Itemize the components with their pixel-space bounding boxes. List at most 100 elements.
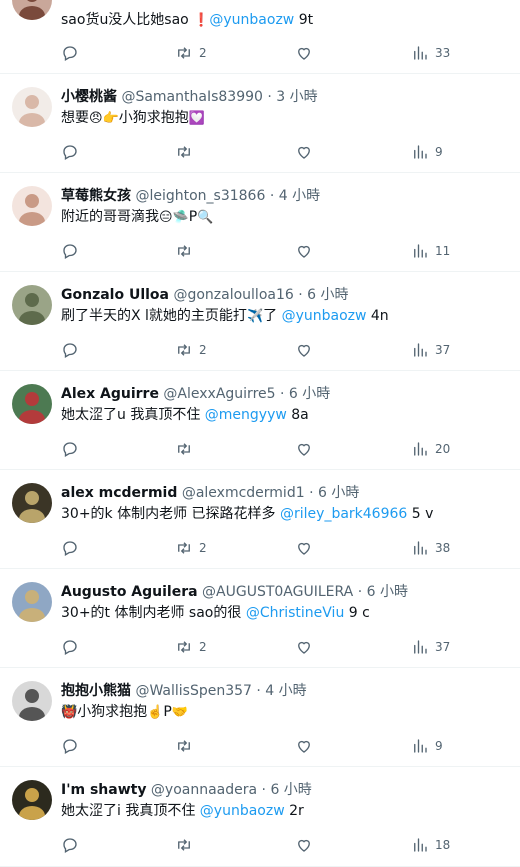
views-button[interactable]: 38: [411, 538, 450, 558]
mention-link[interactable]: @mengyyw: [205, 407, 287, 423]
text-segment: sao货u没人比她sao: [61, 12, 194, 28]
avatar[interactable]: [12, 582, 52, 622]
emoji: 🔍: [197, 210, 214, 225]
retweet-icon: [175, 143, 193, 161]
author-name[interactable]: Augusto Aguilera: [61, 584, 198, 600]
reply-icon: [61, 440, 79, 458]
mention-link[interactable]: @yunbaozw: [209, 12, 294, 28]
tweet-timestamp[interactable]: 4 小時: [265, 683, 306, 699]
mention-link[interactable]: @riley_bark46966: [280, 506, 407, 522]
tweet-actions: 9: [61, 142, 510, 162]
avatar[interactable]: [12, 186, 52, 226]
author-handle[interactable]: @AlexxAguirre5: [163, 386, 275, 402]
author-name[interactable]: 草莓熊女孩: [61, 188, 131, 204]
reply-button[interactable]: [61, 637, 79, 657]
tweet-item[interactable]: 小樱桃酱 @SamanthaIs83990 · 3 小時 想要😠👉小狗求抱抱💟 9: [0, 74, 520, 173]
avatar[interactable]: [12, 483, 52, 523]
reply-button[interactable]: [61, 736, 79, 756]
retweet-button[interactable]: [175, 736, 199, 756]
tweet-timestamp[interactable]: 3 小時: [276, 89, 317, 105]
views-button[interactable]: 9: [411, 736, 443, 756]
tweet-item[interactable]: 草莓熊女孩 @leighton_s31866 · 4 小時 附近的哥哥滴我😑🛸P🔍…: [0, 173, 520, 272]
tweet-item[interactable]: sao货u没人比她sao ❗@yunbaozw 9t 2 33: [0, 0, 520, 74]
author-name[interactable]: Gonzalo Ulloa: [61, 287, 169, 303]
tweet-text: 想要😠👉小狗求抱抱💟: [61, 108, 510, 129]
like-button[interactable]: [295, 637, 313, 657]
retweet-button-count: 2: [199, 46, 207, 60]
mention-link[interactable]: @yunbaozw: [282, 308, 367, 324]
views-button[interactable]: 18: [411, 835, 450, 855]
views-chart-icon: [411, 440, 429, 458]
tweet-item[interactable]: 抱抱小熊猫 @WallisSpen357 · 4 小時 👹小狗求抱抱☝️P🤝 9: [0, 668, 520, 767]
reply-button[interactable]: [61, 538, 79, 558]
author-handle[interactable]: @AUGUST0AGUILERA: [202, 584, 353, 600]
author-handle[interactable]: @gonzaloulloa16: [173, 287, 293, 303]
retweet-button[interactable]: 2: [175, 43, 207, 63]
like-button[interactable]: [295, 538, 313, 558]
author-handle[interactable]: @leighton_s31866: [135, 188, 265, 204]
retweet-button[interactable]: 2: [175, 538, 207, 558]
mention-link[interactable]: @yunbaozw: [200, 803, 285, 819]
author-handle[interactable]: @WallisSpen357: [135, 683, 251, 699]
author-name[interactable]: 抱抱小熊猫: [61, 683, 131, 699]
tweet-timestamp[interactable]: 6 小時: [289, 386, 330, 402]
retweet-button[interactable]: [175, 142, 199, 162]
retweet-button[interactable]: [175, 439, 199, 459]
reply-button[interactable]: [61, 835, 79, 855]
views-button[interactable]: 20: [411, 439, 450, 459]
tweet-item[interactable]: I'm shawty @yoannaadera · 6 小時 她太涩了i 我真顶不…: [0, 767, 520, 867]
avatar[interactable]: [12, 285, 52, 325]
retweet-icon: [175, 341, 193, 359]
retweet-button[interactable]: [175, 835, 199, 855]
tweet-timestamp[interactable]: 6 小時: [318, 485, 359, 501]
tweet-item[interactable]: Gonzalo Ulloa @gonzaloulloa16 · 6 小時 刷了半天…: [0, 272, 520, 371]
retweet-button[interactable]: 2: [175, 637, 207, 657]
views-button[interactable]: 11: [411, 241, 450, 261]
author-name[interactable]: I'm shawty: [61, 782, 146, 798]
like-button[interactable]: [295, 835, 313, 855]
author-name[interactable]: Alex Aguirre: [61, 386, 159, 402]
reply-button[interactable]: [61, 43, 79, 63]
separator-dot: ·: [257, 782, 271, 798]
like-button[interactable]: [295, 439, 313, 459]
text-segment: 9 c: [344, 605, 370, 621]
retweet-button[interactable]: [175, 241, 199, 261]
author-handle[interactable]: @alexmcdermid1: [182, 485, 305, 501]
tweet-actions: 9: [61, 736, 510, 756]
views-button[interactable]: 37: [411, 637, 450, 657]
avatar[interactable]: [12, 0, 52, 20]
like-button[interactable]: [295, 736, 313, 756]
text-segment: 8a: [286, 407, 309, 423]
views-button[interactable]: 9: [411, 142, 443, 162]
like-button[interactable]: [295, 43, 313, 63]
views-button[interactable]: 37: [411, 340, 450, 360]
tweet-item[interactable]: alex mcdermid @alexmcdermid1 · 6 小時 30+的k…: [0, 470, 520, 569]
mention-link[interactable]: @ChristineViu: [246, 605, 345, 621]
retweet-button[interactable]: 2: [175, 340, 207, 360]
author-name[interactable]: 小樱桃酱: [61, 89, 117, 105]
tweet-timestamp[interactable]: 6 小時: [367, 584, 408, 600]
avatar[interactable]: [12, 384, 52, 424]
tweet-item[interactable]: Alex Aguirre @AlexxAguirre5 · 6 小時 她太涩了u …: [0, 371, 520, 470]
reply-icon: [61, 143, 79, 161]
reply-button[interactable]: [61, 142, 79, 162]
views-chart-icon: [411, 638, 429, 656]
author-name[interactable]: alex mcdermid: [61, 485, 177, 501]
avatar[interactable]: [12, 681, 52, 721]
views-button[interactable]: 33: [411, 43, 450, 63]
author-handle[interactable]: @SamanthaIs83990: [121, 89, 262, 105]
like-button[interactable]: [295, 142, 313, 162]
avatar[interactable]: [12, 87, 52, 127]
tweet-item[interactable]: Augusto Aguilera @AUGUST0AGUILERA · 6 小時…: [0, 569, 520, 668]
reply-button[interactable]: [61, 340, 79, 360]
tweet-timestamp[interactable]: 4 小時: [279, 188, 320, 204]
like-button[interactable]: [295, 340, 313, 360]
tweet-timestamp[interactable]: 6 小時: [307, 287, 348, 303]
author-handle[interactable]: @yoannaadera: [151, 782, 257, 798]
reply-button[interactable]: [61, 241, 79, 261]
reply-button[interactable]: [61, 439, 79, 459]
tweet-timestamp[interactable]: 6 小時: [270, 782, 311, 798]
avatar[interactable]: [12, 780, 52, 820]
retweet-button-count: 2: [199, 541, 207, 555]
like-button[interactable]: [295, 241, 313, 261]
